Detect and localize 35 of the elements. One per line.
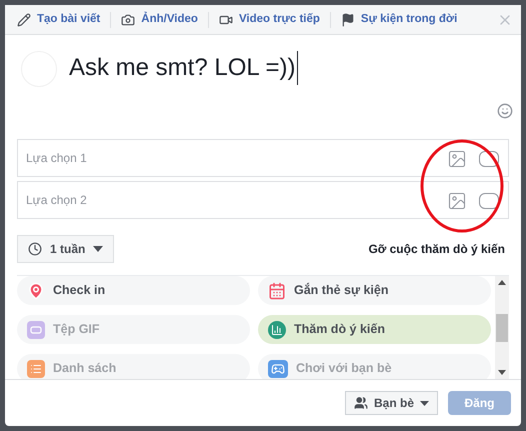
- image-icon[interactable]: [447, 149, 467, 169]
- caret-icon: [93, 246, 104, 252]
- composer-action[interactable]: Check in: [17, 276, 250, 305]
- flag-icon: [340, 12, 355, 26]
- composer-action[interactable]: Gắn thẻ sự kiện: [258, 276, 491, 305]
- scroll-up-icon[interactable]: [498, 280, 506, 285]
- scroll-thumb[interactable]: [496, 314, 508, 342]
- header-tab[interactable]: Ảnh/Video: [121, 10, 198, 28]
- emoji-icon[interactable]: [497, 103, 513, 119]
- caret-icon: [420, 400, 429, 406]
- pencil-icon: [17, 12, 31, 26]
- scroll-down-icon[interactable]: [498, 370, 506, 375]
- gamepad-icon: [268, 360, 288, 378]
- post-input[interactable]: Ask me smt? LOL =)): [69, 51, 298, 85]
- gif-icon[interactable]: [479, 151, 499, 167]
- scrollbar-track[interactable]: [495, 276, 509, 379]
- clock-icon: [28, 242, 42, 256]
- camera-icon: [121, 12, 136, 26]
- gif-icon: [27, 320, 45, 338]
- calendar-icon: [268, 282, 286, 300]
- gif-icon[interactable]: [479, 193, 499, 209]
- remove-poll-link[interactable]: Gỡ cuộc thăm dò ý kiến: [368, 240, 505, 258]
- list-icon: [27, 360, 45, 378]
- option-field[interactable]: Lựa chọn 1: [17, 139, 509, 177]
- option-field[interactable]: Lựa chọn 2: [17, 181, 509, 219]
- people-icon: [354, 396, 368, 410]
- map-pin-icon: [27, 282, 45, 300]
- composer-action[interactable]: Thăm dò ý kiến: [258, 315, 491, 344]
- header-tab[interactable]: Video trực tiếp: [218, 10, 320, 28]
- header-tab[interactable]: Tạo bài viết: [17, 10, 100, 28]
- header-tab[interactable]: Sự kiện trong đời: [340, 10, 458, 28]
- duration-dropdown[interactable]: 1 tuần: [17, 235, 114, 263]
- image-icon[interactable]: [447, 191, 467, 211]
- audience-dropdown[interactable]: Bạn bè: [344, 391, 438, 415]
- bar-chart-icon: [268, 320, 286, 338]
